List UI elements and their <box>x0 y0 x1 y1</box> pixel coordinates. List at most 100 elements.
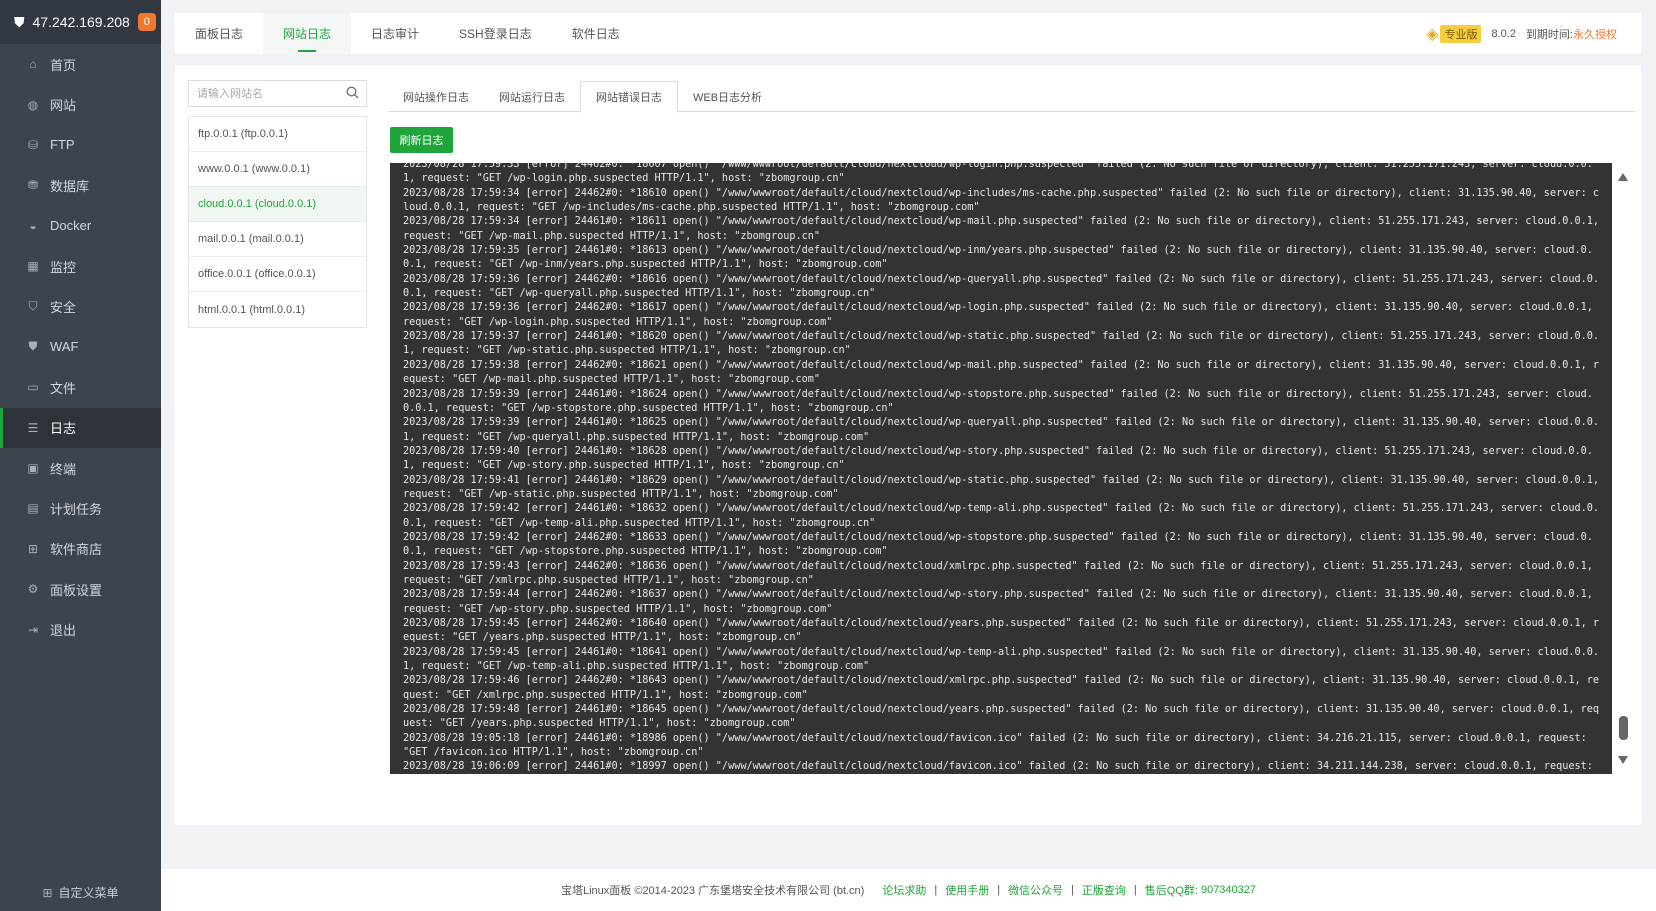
forum-help-link[interactable]: 论坛求助 <box>882 882 926 898</box>
log-line: 2023/08/28 17:59:46 [error] 24462#0: *18… <box>403 675 1600 701</box>
log-content: 2023/08/28 17:59:33 [error] 24462#0: *18… <box>403 163 1602 774</box>
genuine-check-link[interactable]: 正版查询 <box>1082 882 1126 898</box>
log-line: 2023/08/28 19:05:18 [error] 24461#0: *18… <box>403 732 1593 759</box>
database-icon: ⛃ <box>27 178 39 193</box>
log-line: 2023/08/28 17:59:34 [error] 24461#0: *18… <box>403 216 1606 242</box>
version-number: 8.0.2 <box>1491 27 1516 40</box>
tab-site-operation-log[interactable]: 网站操作日志 <box>388 81 484 112</box>
sidebar-item[interactable]: ⌂ 首页 <box>0 44 161 84</box>
sidebar-item[interactable]: ▦ 监控 <box>0 246 161 286</box>
folder-icon: ▭ <box>27 380 39 395</box>
sidebar-item[interactable]: ⇥ 退出 <box>0 609 161 649</box>
tab-log-audit[interactable]: 日志审计 <box>351 13 439 54</box>
qq-group-label[interactable]: 售后QQ群: <box>1145 882 1198 898</box>
sidebar-item[interactable]: ▤ 计划任务 <box>0 488 161 528</box>
tab-ssh-login-log[interactable]: SSH登录日志 <box>439 13 552 54</box>
sidebar-item[interactable]: ⛊ WAF <box>0 327 161 367</box>
server-ip: 47.242.169.208 <box>32 14 130 30</box>
sidebar-item[interactable]: ⚙ 面板设置 <box>0 569 161 609</box>
log-line: 2023/08/28 17:59:42 [error] 24462#0: *18… <box>403 531 1593 558</box>
sidebar-item[interactable]: ⛉ 安全 <box>0 286 161 326</box>
sidebar-item[interactable]: ⛃ 数据库 <box>0 165 161 205</box>
log-scrollbar[interactable] <box>1612 163 1635 774</box>
site-list: ftp.0.0.1 (ftp.0.0.1) www.0.0.1 (www.0.0.… <box>188 116 367 328</box>
tab-software-log[interactable]: 软件日志 <box>552 13 640 54</box>
log-line: 2023/08/28 17:59:42 [error] 24461#0: *18… <box>403 503 1600 529</box>
sidebar: ⛊ 47.242.169.208 0 ⌂ 首页 ◍ 网站 ⛁ FTP ⛃ 数据库 ◒ Docker… <box>0 0 161 911</box>
copyright-text: 宝塔Linux面板 ©2014-2023 广东堡塔安全技术有限公司 (bt.cn… <box>560 885 865 897</box>
log-line: 2023/08/28 17:59:44 [error] 24462#0: *18… <box>403 589 1600 615</box>
log-line: 2023/08/28 17:59:40 [error] 24461#0: *18… <box>403 445 1593 472</box>
sidebar-item-label: 数据库 <box>50 178 90 194</box>
globe-icon: ◍ <box>27 97 39 112</box>
footer: 宝塔Linux面板 ©2014-2023 广东堡塔安全技术有限公司 (bt.cn… <box>161 869 1656 911</box>
log-line: 2023/08/28 17:59:35 [error] 24461#0: *18… <box>403 245 1593 271</box>
sidebar-item-label: 安全 <box>50 300 77 316</box>
sidebar-item-label: Docker <box>50 218 92 234</box>
sidebar-item[interactable]: ⛁ FTP <box>0 125 161 165</box>
log-line: 2023/08/28 17:59:38 [error] 24462#0: *18… <box>403 359 1600 386</box>
site-list-item[interactable]: www.0.0.1 (www.0.0.1) <box>189 152 366 187</box>
tab-website-log[interactable]: 网站日志 <box>263 13 352 54</box>
waf-shield-icon: ⛊ <box>28 339 38 354</box>
server-shield-icon: ⛊ <box>14 13 25 30</box>
sidebar-item-label: 计划任务 <box>50 501 103 517</box>
custom-menu-label: 自定义菜单 <box>58 886 119 900</box>
grid-icon: ⊞ <box>42 885 53 900</box>
sidebar-item-label: 退出 <box>50 623 77 639</box>
site-search <box>188 80 367 107</box>
tab-panel-log[interactable]: 面板日志 <box>175 13 263 54</box>
sidebar-item-label: FTP <box>50 137 75 153</box>
pro-badge[interactable]: ◈ 专业版 <box>1426 24 1482 44</box>
site-search-input[interactable] <box>189 81 339 106</box>
sidebar-item-label: 终端 <box>50 461 77 477</box>
sidebar-item[interactable]: ◍ 网站 <box>0 84 161 124</box>
tab-site-error-log[interactable]: 网站错误日志 <box>580 81 678 113</box>
error-log-viewer[interactable]: 2023/08/28 17:59:33 [error] 24462#0: *18… <box>390 163 1612 774</box>
log-type-tabs: 面板日志 网站日志 日志审计 SSH登录日志 软件日志 ◈ 专业版 8.0.2 … <box>175 13 1641 54</box>
scroll-thumb[interactable] <box>1619 716 1628 740</box>
pro-label: 专业版 <box>1440 24 1482 43</box>
logout-icon: ⇥ <box>27 622 39 637</box>
log-line: 2023/08/28 17:59:43 [error] 24462#0: *18… <box>403 560 1600 586</box>
log-line: 2023/08/28 19:06:09 [error] 24461#0: *18… <box>403 761 1593 773</box>
tab-web-log-analysis[interactable]: WEB日志分析 <box>678 81 777 112</box>
user-manual-link[interactable]: 使用手册 <box>945 882 989 898</box>
tab-site-run-log[interactable]: 网站运行日志 <box>484 81 580 112</box>
expire-label: 到期时间: <box>1525 28 1573 41</box>
qq-group-number[interactable]: 907340327 <box>1201 884 1256 896</box>
sidebar-item-label: 日志 <box>50 421 77 437</box>
sidebar-item[interactable]: ☰ 日志 <box>0 407 161 448</box>
site-list-item[interactable]: office.0.0.1 (office.0.0.1) <box>189 257 366 292</box>
log-line: 2023/08/28 17:59:36 [error] 24462#0: *18… <box>403 302 1600 328</box>
sidebar-item-label: WAF <box>50 339 79 355</box>
diamond-icon: ◈ <box>1426 25 1439 43</box>
site-list-item[interactable]: html.0.0.1 (html.0.0.1) <box>189 292 366 327</box>
sidebar-item[interactable]: ▣ 终端 <box>0 448 161 488</box>
sidebar-item-label: 面板设置 <box>50 582 103 598</box>
sidebar-item-label: 网站 <box>50 98 77 114</box>
log-line: 2023/08/28 17:59:37 [error] 24461#0: *18… <box>403 331 1600 357</box>
log-line: 2023/08/28 17:59:33 [error] 24462#0: *18… <box>403 163 1593 185</box>
site-list-item[interactable]: ftp.0.0.1 (ftp.0.0.1) <box>189 117 366 152</box>
expire-value[interactable]: 永久授权 <box>1573 26 1617 42</box>
custom-menu-button[interactable]: ⊞ 自定义菜单 <box>0 884 161 901</box>
home-icon: ⌂ <box>29 57 37 72</box>
sidebar-item[interactable]: ◒ Docker <box>0 206 161 246</box>
scroll-up-arrow-icon[interactable] <box>1618 173 1628 181</box>
wechat-link[interactable]: 微信公众号 <box>1008 882 1063 898</box>
scroll-down-arrow-icon[interactable] <box>1618 756 1628 764</box>
gear-icon: ⚙ <box>27 582 39 597</box>
sidebar-item-label: 文件 <box>50 380 77 396</box>
notification-badge[interactable]: 0 <box>137 13 156 31</box>
site-list-item[interactable]: mail.0.0.1 (mail.0.0.1) <box>189 222 366 257</box>
search-icon[interactable] <box>346 85 359 102</box>
sidebar-item-label: 监控 <box>50 259 77 275</box>
sidebar-item-label: 首页 <box>50 57 77 73</box>
refresh-log-button[interactable]: 刷新日志 <box>390 127 453 153</box>
version-info: ◈ 专业版 8.0.2 到期时间: 永久授权 <box>1426 13 1641 54</box>
site-list-item[interactable]: cloud.0.0.1 (cloud.0.0.1) <box>189 187 366 222</box>
log-line: 2023/08/28 17:59:45 [error] 24462#0: *18… <box>403 618 1600 644</box>
sidebar-item[interactable]: ⊞ 软件商店 <box>0 529 161 569</box>
sidebar-item[interactable]: ▭ 文件 <box>0 367 161 407</box>
